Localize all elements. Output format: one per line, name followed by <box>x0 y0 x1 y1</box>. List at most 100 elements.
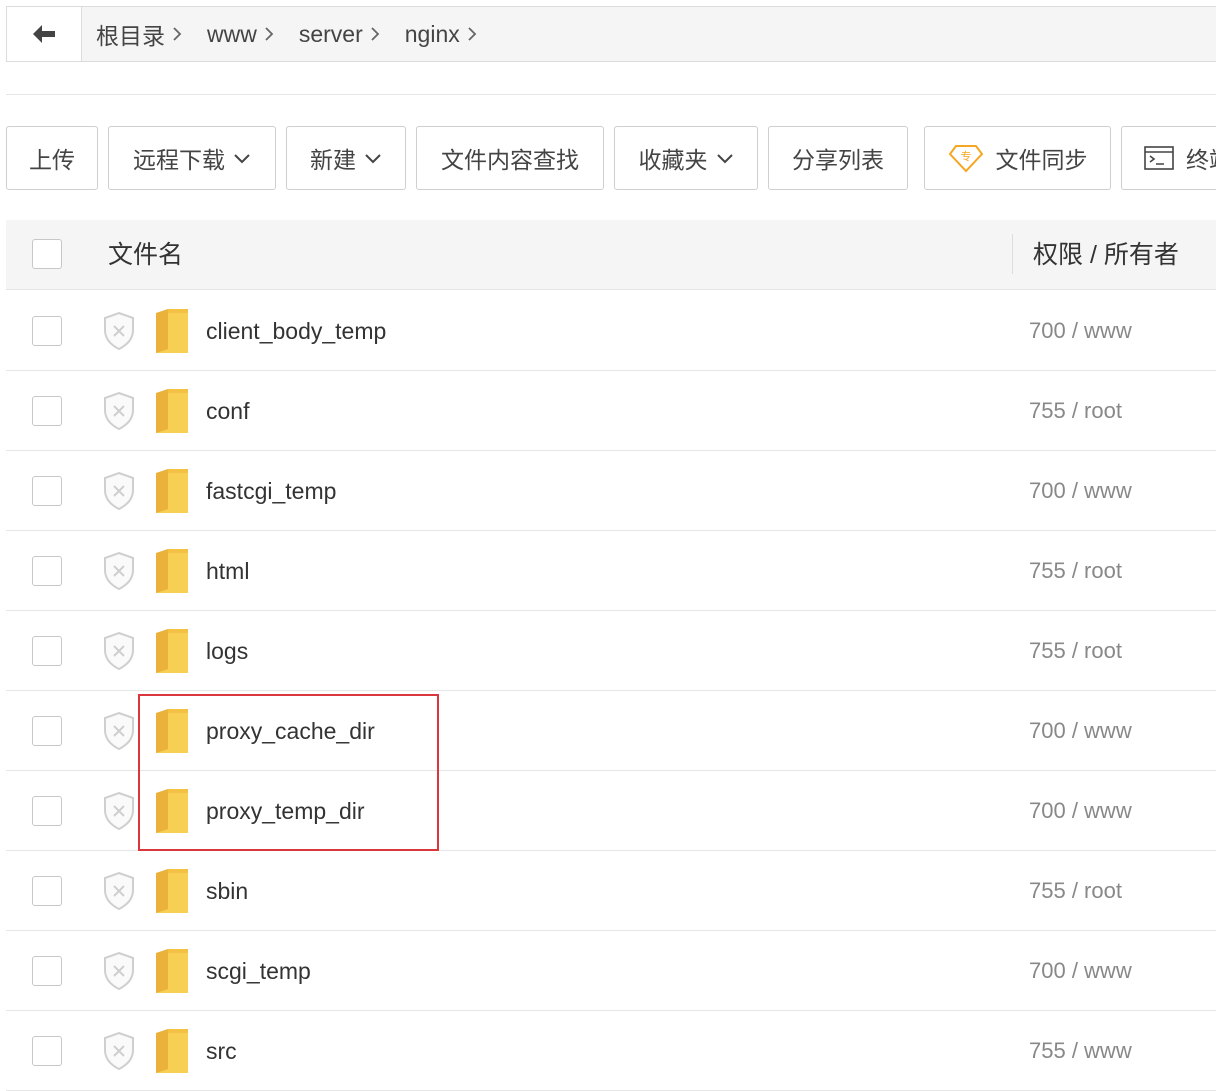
breadcrumb: 根目录 www server nginx <box>82 7 502 61</box>
shield-x-icon[interactable] <box>102 631 136 676</box>
chevron-right-icon <box>171 25 207 43</box>
breadcrumb-item-root[interactable]: 根目录 <box>96 17 207 51</box>
table-row[interactable]: proxy_cache_dir 700 / www <box>6 691 1216 771</box>
breadcrumb-label: 根目录 <box>96 23 165 49</box>
row-checkbox[interactable] <box>32 396 62 426</box>
upload-label: 上传 <box>29 147 75 173</box>
file-name[interactable]: proxy_cache_dir <box>206 691 375 771</box>
file-name[interactable]: sbin <box>206 851 248 931</box>
file-permission[interactable]: 755 / root <box>1029 371 1122 451</box>
file-name[interactable]: scgi_temp <box>206 931 311 1011</box>
folder-icon <box>154 627 190 680</box>
file-name[interactable]: proxy_temp_dir <box>206 771 365 851</box>
folder-icon <box>154 307 190 360</box>
row-checkbox[interactable] <box>32 316 62 346</box>
terminal-label: 终端 <box>1186 147 1216 173</box>
file-name[interactable]: conf <box>206 371 249 451</box>
row-checkbox[interactable] <box>32 796 62 826</box>
shield-x-icon[interactable] <box>102 311 136 356</box>
shield-x-icon[interactable] <box>102 711 136 756</box>
share-list-label: 分享列表 <box>792 147 884 173</box>
back-button[interactable] <box>7 7 82 61</box>
upload-button[interactable]: 上传 <box>6 126 98 190</box>
arrow-left-icon <box>33 25 55 43</box>
folder-icon <box>154 947 190 1000</box>
table-row[interactable]: proxy_temp_dir 700 / www <box>6 771 1216 851</box>
row-checkbox[interactable] <box>32 716 62 746</box>
file-name[interactable]: client_body_temp <box>206 291 386 371</box>
terminal-icon <box>1144 145 1174 171</box>
chevron-down-icon <box>716 152 734 164</box>
file-name[interactable]: fastcgi_temp <box>206 451 336 531</box>
chevron-right-icon <box>263 25 299 43</box>
breadcrumb-bar: 根目录 www server nginx <box>6 6 1216 62</box>
select-all-checkbox[interactable] <box>32 239 62 269</box>
content-search-button[interactable]: 文件内容查找 <box>416 126 604 190</box>
file-permission[interactable]: 700 / www <box>1029 451 1132 531</box>
row-checkbox[interactable] <box>32 636 62 666</box>
row-checkbox[interactable] <box>32 956 62 986</box>
breadcrumb-label: server <box>298 20 363 47</box>
table-row[interactable]: html 755 / root <box>6 531 1216 611</box>
column-header-filename[interactable]: 文件名 <box>108 220 183 290</box>
chevron-down-icon <box>233 152 251 164</box>
divider <box>6 94 1216 95</box>
column-header-permission[interactable]: 权限 / 所有者 <box>1033 220 1179 290</box>
table-header: 文件名 权限 / 所有者 <box>6 220 1216 290</box>
table-row[interactable]: conf 755 / root <box>6 371 1216 451</box>
shield-x-icon[interactable] <box>102 551 136 596</box>
table-row[interactable]: client_body_temp 700 / www <box>6 291 1216 371</box>
content-search-label: 文件内容查找 <box>441 147 579 173</box>
breadcrumb-label: www <box>207 20 257 47</box>
file-permission[interactable]: 700 / www <box>1029 931 1132 1011</box>
file-name[interactable]: logs <box>206 611 248 691</box>
file-permission[interactable]: 700 / www <box>1029 291 1132 371</box>
shield-x-icon[interactable] <box>102 471 136 516</box>
file-permission[interactable]: 755 / root <box>1029 851 1122 931</box>
remote-download-label: 远程下载 <box>133 147 225 173</box>
table-row[interactable]: logs 755 / root <box>6 611 1216 691</box>
table-row[interactable]: src 755 / www <box>6 1011 1216 1091</box>
folder-icon <box>154 1027 190 1080</box>
row-checkbox[interactable] <box>32 876 62 906</box>
folder-icon <box>154 387 190 440</box>
breadcrumb-item-nginx[interactable]: nginx <box>405 21 502 48</box>
chevron-down-icon <box>364 152 382 164</box>
terminal-button[interactable]: 终端 <box>1121 126 1216 190</box>
file-permission[interactable]: 755 / root <box>1029 611 1122 691</box>
table-row[interactable]: scgi_temp 700 / www <box>6 931 1216 1011</box>
breadcrumb-label: nginx <box>404 20 460 47</box>
file-permission[interactable]: 700 / www <box>1029 691 1132 771</box>
file-name[interactable]: html <box>206 531 249 611</box>
shield-x-icon[interactable] <box>102 791 136 836</box>
file-sync-badge: 专 <box>960 149 971 163</box>
file-permission[interactable]: 755 / root <box>1029 531 1122 611</box>
shield-x-icon[interactable] <box>102 951 136 996</box>
shield-x-icon[interactable] <box>102 1031 136 1076</box>
row-checkbox[interactable] <box>32 476 62 506</box>
share-list-button[interactable]: 分享列表 <box>768 126 908 190</box>
row-checkbox[interactable] <box>32 556 62 586</box>
breadcrumb-item-server[interactable]: server <box>299 21 405 48</box>
chevron-right-icon <box>466 25 502 43</box>
column-divider <box>1012 234 1013 274</box>
folder-icon <box>154 707 190 760</box>
folder-icon <box>154 867 190 920</box>
new-button[interactable]: 新建 <box>286 126 406 190</box>
shield-x-icon[interactable] <box>102 871 136 916</box>
row-checkbox[interactable] <box>32 1036 62 1066</box>
file-name[interactable]: src <box>206 1011 237 1091</box>
file-sync-label: 文件同步 <box>995 147 1088 173</box>
file-permission[interactable]: 700 / www <box>1029 771 1132 851</box>
folder-icon <box>154 467 190 520</box>
favorites-label: 收藏夹 <box>638 147 708 173</box>
favorites-button[interactable]: 收藏夹 <box>614 126 758 190</box>
remote-download-button[interactable]: 远程下载 <box>108 126 276 190</box>
new-label: 新建 <box>310 147 356 173</box>
shield-x-icon[interactable] <box>102 391 136 436</box>
breadcrumb-item-www[interactable]: www <box>207 21 299 48</box>
table-row[interactable]: sbin 755 / root <box>6 851 1216 931</box>
file-sync-button[interactable]: 专 文件同步 <box>924 126 1111 190</box>
file-permission[interactable]: 755 / www <box>1029 1011 1132 1091</box>
table-row[interactable]: fastcgi_temp 700 / www <box>6 451 1216 531</box>
